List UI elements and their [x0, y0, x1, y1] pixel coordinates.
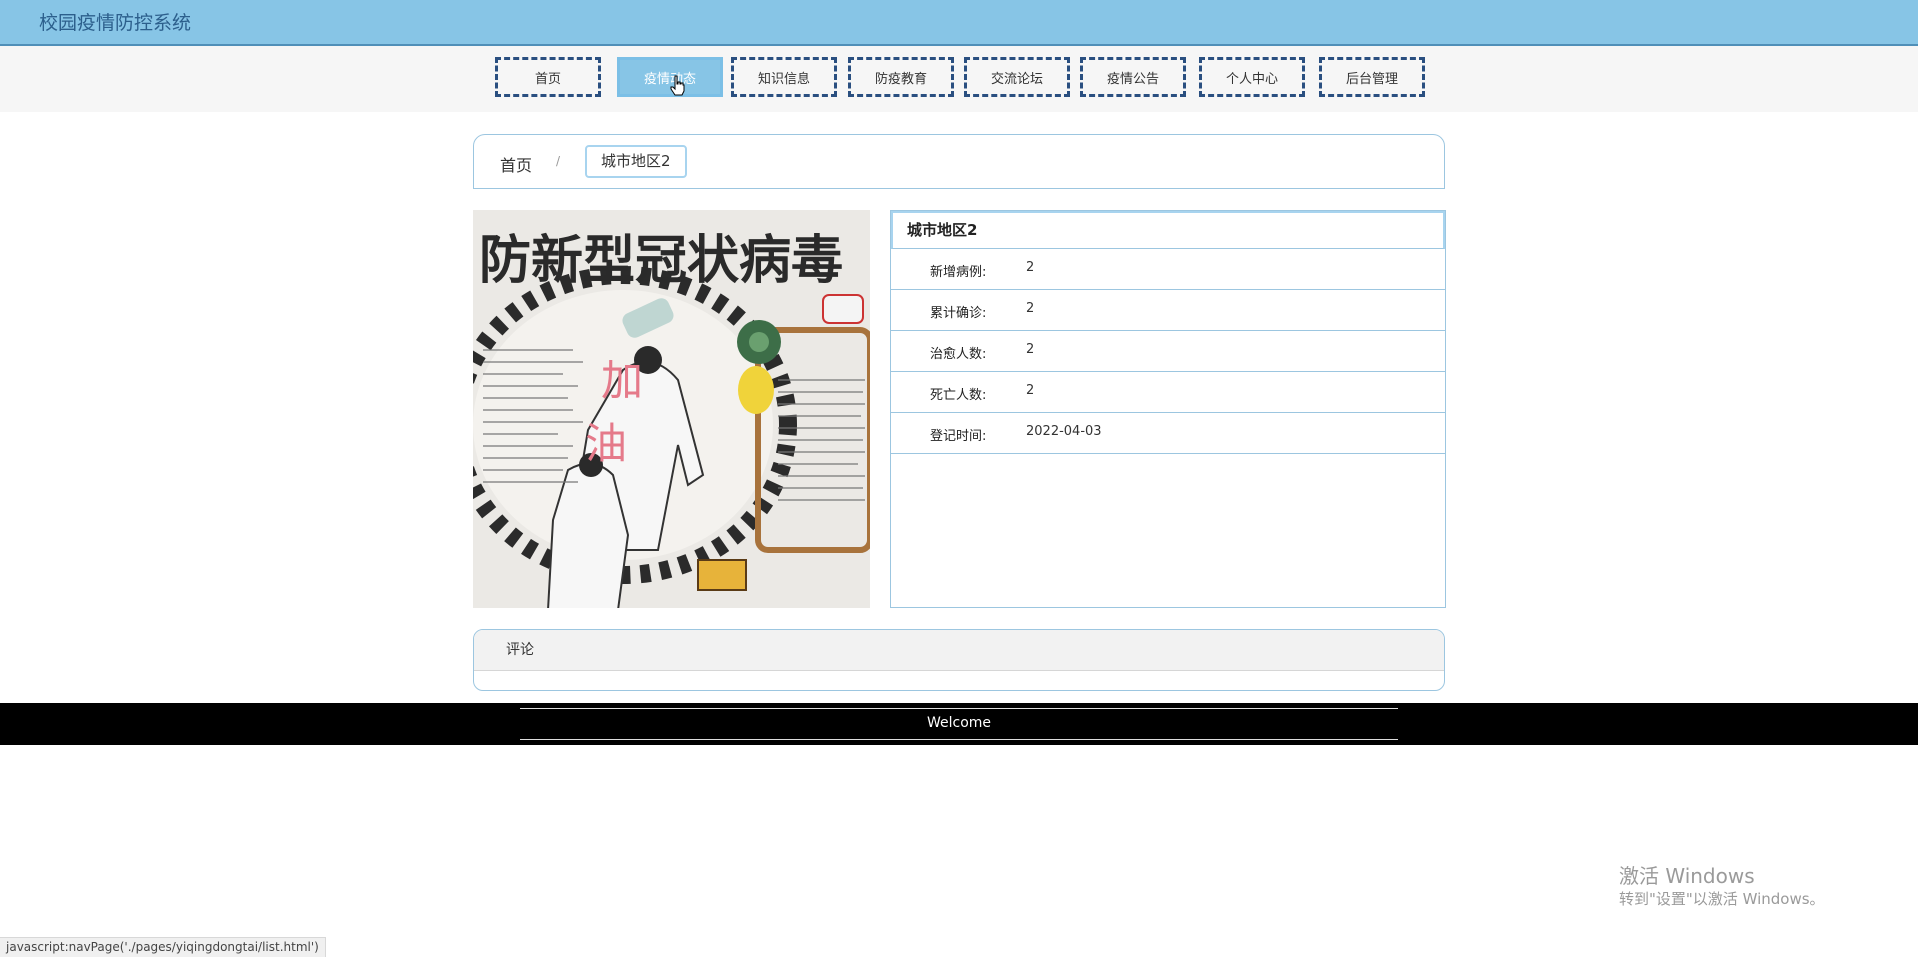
epidemic-poster-image: 防新型冠状病毒 加 油 — [473, 210, 870, 608]
region-detail-panel: 城市地区2 新增病例: 2 累计确诊: 2 治愈人数: 2 死亡人数: 2 登记… — [890, 210, 1446, 608]
detail-value: 2022-04-03 — [1026, 424, 1102, 439]
nav-item-admin[interactable]: 后台管理 — [1319, 57, 1425, 97]
nav-item-prevention-education[interactable]: 防疫教育 — [848, 57, 954, 97]
footer-welcome-text: Welcome — [926, 715, 992, 731]
activate-windows-hint: 转到"设置"以激活 Windows。 — [1619, 890, 1825, 908]
footer-divider-bottom — [520, 739, 1398, 740]
detail-row-deaths: 死亡人数: 2 — [891, 372, 1445, 413]
comments-heading: 评论 — [474, 630, 1444, 671]
top-bar: 校园疫情防控系统 — [0, 0, 1918, 46]
detail-row-registered-time: 登记时间: 2022-04-03 — [891, 413, 1445, 454]
browser-status-bar: javascript:navPage('./pages/yiqingdongta… — [0, 937, 326, 957]
poster-slogan-1: 加 — [601, 356, 643, 405]
detail-label: 新增病例: — [930, 265, 987, 280]
detail-label: 累计确诊: — [930, 306, 987, 321]
nav-item-announcements[interactable]: 疫情公告 — [1080, 57, 1186, 97]
detail-value: 2 — [1026, 383, 1035, 398]
detail-value: 2 — [1026, 260, 1035, 275]
poster-slogan-2: 油 — [585, 419, 627, 468]
site-title: 校园疫情防控系统 — [39, 12, 192, 34]
detail-value: 2 — [1026, 301, 1035, 316]
detail-label: 死亡人数: — [930, 388, 987, 403]
nav-item-personal-center[interactable]: 个人中心 — [1199, 57, 1305, 97]
main-nav: 首页 疫情动态 知识信息 防疫教育 交流论坛 疫情公告 个人中心 后台管理 — [0, 46, 1918, 112]
detail-row-recovered: 治愈人数: 2 — [891, 331, 1445, 372]
poster-illustration: 防新型冠状病毒 加 油 — [473, 210, 870, 608]
hand-cursor-icon — [670, 75, 685, 96]
detail-value: 2 — [1026, 342, 1035, 357]
nav-item-knowledge[interactable]: 知识信息 — [731, 57, 837, 97]
detail-row-new-cases: 新增病例: 2 — [891, 249, 1445, 290]
detail-label: 治愈人数: — [930, 347, 987, 362]
footer: Welcome — [0, 703, 1918, 745]
footer-divider-top — [520, 708, 1398, 709]
poster-title-text: 防新型冠状病毒 — [479, 231, 843, 291]
breadcrumb-home-link[interactable]: 首页 — [500, 152, 532, 176]
region-detail-title: 城市地区2 — [891, 211, 1445, 249]
breadcrumb-current: 城市地区2 — [585, 145, 687, 178]
nav-item-home[interactable]: 首页 — [495, 57, 601, 97]
breadcrumb: 首页 / 城市地区2 — [473, 134, 1445, 189]
detail-label: 登记时间: — [930, 429, 987, 444]
comments-section: 评论 — [473, 629, 1445, 691]
nav-item-forum[interactable]: 交流论坛 — [964, 57, 1070, 97]
detail-row-total-confirmed: 累计确诊: 2 — [891, 290, 1445, 331]
breadcrumb-separator: / — [556, 154, 561, 168]
activate-windows-title: 激活 Windows — [1619, 864, 1755, 888]
